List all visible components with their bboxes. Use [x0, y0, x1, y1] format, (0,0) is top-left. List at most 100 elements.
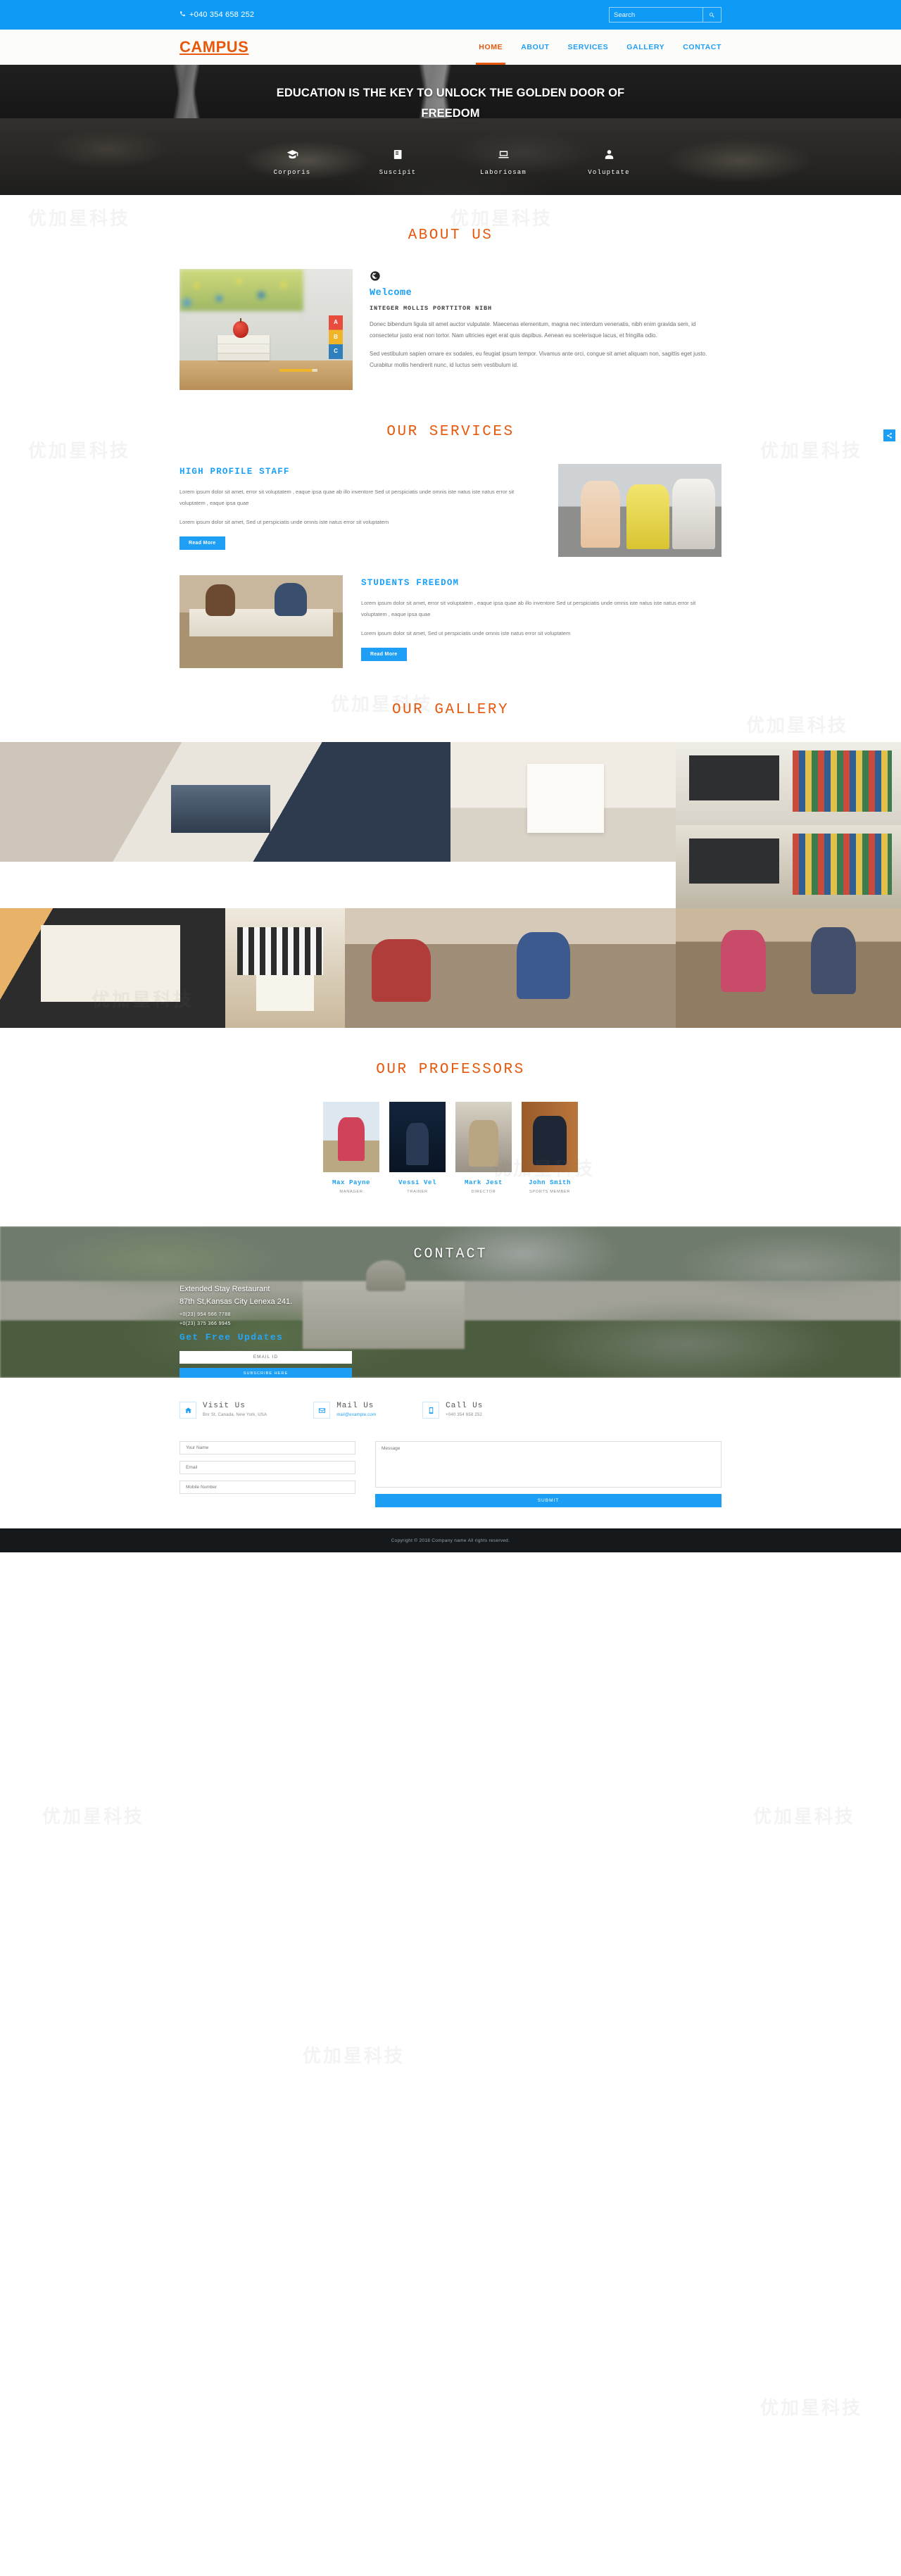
professors-section: OUR PROFESSORS Max Payne MANAGER Vessi V…	[0, 1028, 901, 1226]
footer-contact-cards: Visit Us Bnr St, Canada, New York, USA M…	[179, 1402, 722, 1419]
search-input[interactable]	[610, 8, 702, 22]
hero-feature-label: Suscipit	[379, 168, 417, 176]
mail-icon	[313, 1402, 331, 1419]
professor-name: Max Payne	[332, 1179, 370, 1186]
nav-item-home[interactable]: HOME	[476, 30, 506, 65]
main-nav: HOME ABOUT SERVICES GALLERY CONTACT	[476, 30, 722, 65]
footer-card-text: Bnr St, Canada, New York, USA	[203, 1413, 267, 1417]
watermark: 优加星科技	[753, 1806, 856, 1827]
subscribe-button[interactable]: SUBSCRIBE HERE	[179, 1367, 352, 1378]
copyright-text: Copyright © 2018 Company name All rights…	[391, 1538, 510, 1543]
hero-feature-label: Laboriosam	[479, 168, 527, 176]
services-title: OUR SERVICES	[386, 424, 515, 440]
share-float-button[interactable]	[883, 429, 895, 441]
hero-feature-voluptate[interactable]: Voluptate	[556, 142, 662, 176]
about-subheading: INTEGER MOLLIS PORTTITOR NIBH	[370, 305, 493, 312]
hero-banner: EDUCATION IS THE KEY TO UNLOCK THE GOLDE…	[0, 65, 901, 195]
address-line-1: Extended Stay Restaurant	[179, 1285, 270, 1293]
watermark: 优加星科技	[42, 1806, 145, 1827]
footer-contact-form: SUBMIT	[179, 1441, 722, 1507]
footer-card-text: +040 354 658 252	[446, 1413, 482, 1417]
search-icon	[709, 10, 715, 20]
hero-feature-laboriosam[interactable]: Laboriosam	[450, 142, 556, 176]
gallery-item-classroom-students-lecture[interactable]	[345, 908, 676, 1028]
submit-button[interactable]: SUBMIT	[375, 1494, 722, 1507]
service-image-group-study	[179, 575, 343, 668]
nav-item-contact[interactable]: CONTACT	[683, 30, 722, 65]
professor-card[interactable]: Max Payne MANAGER	[323, 1102, 379, 1194]
nav-item-about[interactable]: ABOUT	[521, 30, 549, 65]
search-box[interactable]	[609, 7, 722, 23]
gallery-item-hand-writing-notebook[interactable]	[450, 742, 676, 862]
about-title: ABOUT US	[408, 227, 493, 244]
search-button[interactable]	[702, 8, 721, 22]
professor-photo	[455, 1102, 512, 1172]
footer-section: Visit Us Bnr St, Canada, New York, USA M…	[0, 1378, 901, 1528]
gallery-grid	[0, 742, 901, 1028]
service-image-students-outdoor	[558, 464, 722, 557]
gallery-item-woman-reading-magazine[interactable]	[225, 908, 345, 1028]
contact-title: CONTACT	[413, 1246, 488, 1262]
professor-role: DIRECTOR	[471, 1190, 496, 1194]
footer-card-call-us: Call Us +040 354 658 252	[422, 1402, 483, 1419]
newsletter-form: SUBSCRIBE HERE	[179, 1349, 352, 1378]
globe-icon	[370, 270, 381, 282]
service-paragraph: Lorem ipsum dolor sit amet, error sit vo…	[361, 600, 696, 617]
hero-feature-label: Voluptate	[588, 168, 630, 176]
contact-section: CONTACT Extended Stay Restaurant 87th St…	[0, 1226, 901, 1378]
nav-item-gallery[interactable]: GALLERY	[626, 30, 664, 65]
gallery-title: OUR GALLERY	[391, 702, 510, 718]
hero-feature-corporis[interactable]: Corporis	[239, 142, 345, 176]
about-welcome: Welcome	[370, 288, 412, 299]
gallery-item-camera-on-bookshelf[interactable]	[676, 742, 901, 825]
navbar: CAMPUS HOME ABOUT SERVICES GALLERY CONTA…	[0, 30, 901, 65]
professor-role: SPORTS MEMBER	[529, 1190, 571, 1194]
site-logo[interactable]: CAMPUS	[179, 38, 248, 56]
gallery-item-colorful-books-shelf[interactable]	[676, 825, 901, 908]
newsletter-email-input[interactable]	[179, 1350, 352, 1364]
contact-mobile-input[interactable]	[179, 1481, 355, 1494]
contact-phone-2: +0(23) 375 366 9945	[179, 1321, 231, 1327]
footer-card-title: Mail Us	[336, 1402, 374, 1410]
service-paragraph: Lorem ipsum dolor sit amet, error sit vo…	[179, 489, 515, 506]
share-icon	[886, 429, 893, 442]
professor-card[interactable]: John Smith SPORTS MEMBER	[522, 1102, 578, 1194]
nav-item-services[interactable]: SERVICES	[568, 30, 609, 65]
top-bar: +040 354 658 252	[0, 0, 901, 30]
book-icon	[345, 149, 450, 163]
watermark: 优加星科技	[303, 2045, 405, 2066]
read-more-button[interactable]: Read More	[361, 648, 407, 662]
service-heading-students-freedom: STUDENTS FREEDOM	[361, 578, 460, 588]
footer-card-mail-us: Mail Us mail@example.com	[313, 1402, 376, 1419]
service-paragraph: Lorem ipsum dolor sit amet, Sed ut persp…	[179, 518, 389, 525]
contact-address: Extended Stay Restaurant 87th St,Kansas …	[179, 1283, 722, 1326]
footer-card-title: Call Us	[446, 1402, 484, 1410]
user-icon	[556, 149, 662, 163]
phone-number: +040 354 658 252	[189, 11, 255, 19]
hero-feature-list: Corporis Suscipit Laboriosam Voluptate	[0, 142, 901, 176]
hero-feature-suscipit[interactable]: Suscipit	[345, 142, 450, 176]
gallery-item-team-collaboration-laptop[interactable]	[0, 742, 450, 862]
professors-list: Max Payne MANAGER Vessi Vel TRAINER Mark…	[179, 1102, 722, 1194]
professor-name: Vessi Vel	[398, 1179, 436, 1186]
hero-headline: EDUCATION IS THE KEY TO UNLOCK THE GOLDE…	[276, 87, 625, 120]
professor-role: TRAINER	[407, 1190, 428, 1194]
copyright-bar: Copyright © 2018 Company name All rights…	[0, 1528, 901, 1552]
mobile-icon	[422, 1402, 440, 1419]
gallery-item-classroom-teacher-front[interactable]	[676, 908, 901, 1028]
professor-card[interactable]: Vessi Vel TRAINER	[389, 1102, 446, 1194]
gallery-item-handwritten-notes-chart[interactable]	[0, 908, 225, 1028]
contact-email-input[interactable]	[179, 1461, 355, 1474]
page-root: +040 354 658 252 CAMPUS HOME ABOUT SERVI…	[0, 0, 901, 2418]
about-paragraph: Sed vestibulum sapien ornare ex sodales,…	[370, 351, 707, 368]
about-section: ABOUT US ABC Welcome INTEGER MOLLIS PORT…	[0, 195, 901, 441]
service-heading-high-profile-staff: HIGH PROFILE STAFF	[179, 467, 290, 477]
contact-message-textarea[interactable]	[375, 1441, 722, 1488]
professor-role: MANAGER	[339, 1190, 363, 1194]
about-paragraph: Donec bibendum ligula sit amet auctor vu…	[370, 321, 696, 339]
contact-name-input[interactable]	[179, 1441, 355, 1455]
read-more-button[interactable]: Read More	[179, 536, 225, 551]
footer-card-email-link[interactable]: mail@example.com	[336, 1413, 376, 1417]
graduation-cap-icon	[239, 149, 345, 163]
professor-card[interactable]: Mark Jest DIRECTOR	[455, 1102, 512, 1194]
